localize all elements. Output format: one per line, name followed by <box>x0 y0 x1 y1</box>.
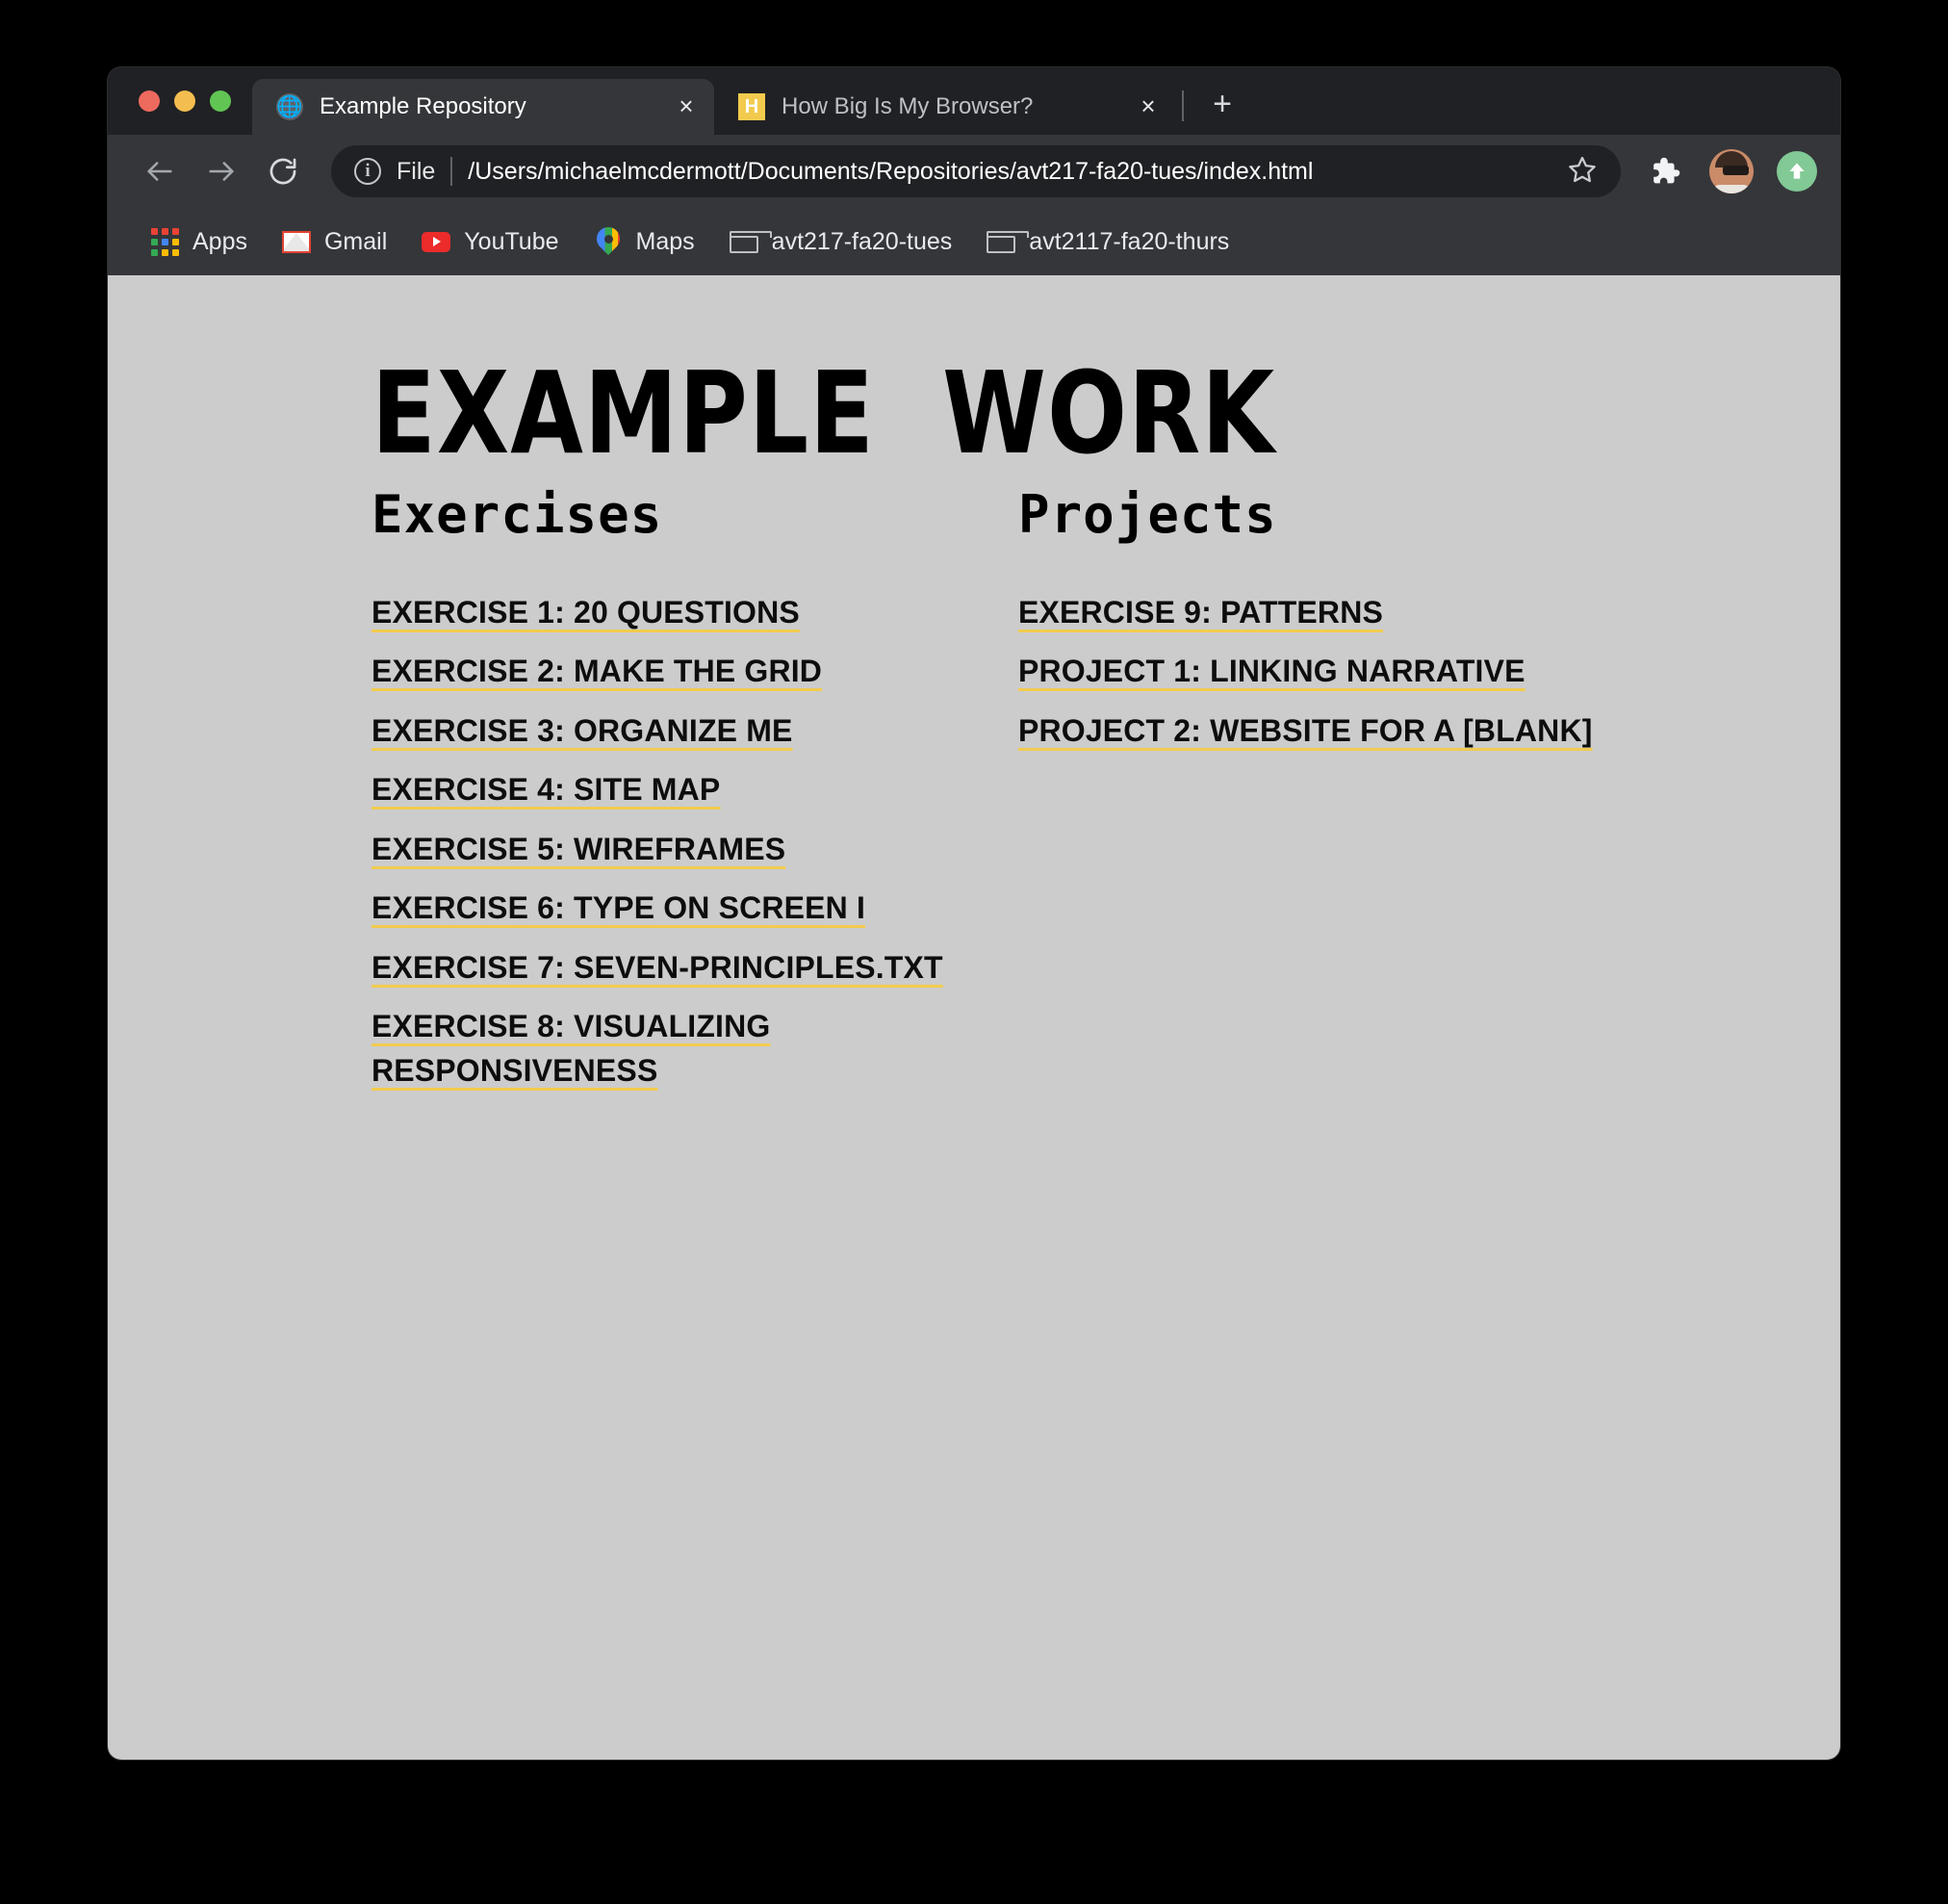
bookmark-folder-avt217-fa20-tues[interactable]: avt217-fa20-tues <box>712 219 970 265</box>
list-item: EXERCISE 7: SEVEN-PRINCIPLES.TXT <box>372 946 1018 990</box>
list-item: EXERCISE 5: WIREFRAMES <box>372 828 1018 871</box>
avatar-collar <box>1711 185 1752 193</box>
list-item: EXERCISE 1: 20 QUESTIONS <box>372 591 1018 634</box>
bookmark-label: avt2117-fa20-thurs <box>1029 227 1230 255</box>
gmail-icon <box>281 227 311 256</box>
extensions-puzzle-icon[interactable] <box>1638 146 1688 196</box>
favicon-letter: H <box>738 93 765 120</box>
window-close-button[interactable] <box>139 90 160 112</box>
list-item: EXERCISE 3: ORGANIZE ME <box>372 709 1018 753</box>
bookmarks-bar: Apps Gmail YouTube Maps avt217-fa20-tues <box>108 208 1840 275</box>
list-item: EXERCISE 8: VISUALIZING RESPONSIVENESS <box>372 1005 1018 1093</box>
new-tab-button[interactable]: + <box>1201 85 1243 127</box>
bookmark-youtube[interactable]: YouTube <box>404 219 576 265</box>
bookmark-label: Apps <box>192 227 247 255</box>
window-minimize-button[interactable] <box>174 90 195 112</box>
page-viewport: EXAMPLE WORK Exercises EXERCISE 1: 20 QU… <box>108 275 1840 1760</box>
list-item: EXERCISE 6: TYPE ON SCREEN I <box>372 887 1018 930</box>
exercises-link-list: EXERCISE 1: 20 QUESTIONS EXERCISE 2: MAK… <box>372 591 1018 1108</box>
tab-separator <box>1182 90 1184 121</box>
tab-strip: 🌐 Example Repository × H How Big Is My B… <box>108 67 1840 135</box>
bookmark-star-icon[interactable] <box>1567 154 1602 190</box>
link-exercise-1[interactable]: EXERCISE 1: 20 QUESTIONS <box>372 595 800 630</box>
tab-title: How Big Is My Browser? <box>782 93 1034 119</box>
link-exercise-8[interactable]: EXERCISE 8: VISUALIZING RESPONSIVENESS <box>372 1009 770 1087</box>
tab-example-repository[interactable]: 🌐 Example Repository × <box>252 79 714 135</box>
omnibox-divider <box>450 157 453 186</box>
bookmark-label: avt217-fa20-tues <box>771 227 953 255</box>
link-exercise-5[interactable]: EXERCISE 5: WIREFRAMES <box>372 832 785 866</box>
bookmark-label: Maps <box>635 227 695 255</box>
bookmark-maps[interactable]: Maps <box>577 219 712 265</box>
bookmark-folder-avt2117-fa20-thurs[interactable]: avt2117-fa20-thurs <box>969 219 1246 265</box>
link-exercise-9[interactable]: EXERCISE 9: PATTERNS <box>1018 595 1383 630</box>
maps-pin-icon <box>591 222 625 256</box>
url-scheme-label: File <box>397 157 436 185</box>
bookmark-apps[interactable]: Apps <box>133 219 265 265</box>
tab-how-big-is-my-browser[interactable]: H How Big Is My Browser? × <box>714 79 1176 135</box>
column-exercises: Exercises EXERCISE 1: 20 QUESTIONS EXERC… <box>372 489 1018 1108</box>
folder-icon <box>729 227 772 256</box>
column-heading-exercises: Exercises <box>372 484 663 545</box>
url-text[interactable]: /Users/michaelmcdermott/Documents/Reposi… <box>468 158 1544 186</box>
folder-icon <box>987 227 1030 256</box>
list-item: PROJECT 1: LINKING NARRATIVE <box>1018 650 1665 693</box>
youtube-icon <box>422 227 451 256</box>
profile-avatar[interactable] <box>1709 149 1754 193</box>
window-traffic-lights <box>125 67 252 135</box>
list-item: PROJECT 2: WEBSITE FOR A [BLANK] <box>1018 709 1665 753</box>
browser-toolbar: i File /Users/michaelmcdermott/Documents… <box>108 135 1840 208</box>
link-project-1[interactable]: PROJECT 1: LINKING NARRATIVE <box>1018 654 1525 688</box>
tab-close-icon[interactable]: × <box>1136 93 1161 119</box>
page-title: EXAMPLE WORK <box>372 347 1276 479</box>
avatar-sunglasses <box>1723 166 1749 175</box>
link-project-2[interactable]: PROJECT 2: WEBSITE FOR A [BLANK] <box>1018 713 1593 748</box>
reload-icon[interactable] <box>256 144 310 198</box>
back-arrow-icon[interactable] <box>133 144 187 198</box>
browser-window: 🌐 Example Repository × H How Big Is My B… <box>108 67 1840 1760</box>
update-arrow-icon[interactable] <box>1777 151 1817 192</box>
bookmark-gmail[interactable]: Gmail <box>265 219 404 265</box>
address-bar[interactable]: i File /Users/michaelmcdermott/Documents… <box>331 145 1621 197</box>
bookmark-label: YouTube <box>464 227 559 255</box>
projects-link-list: EXERCISE 9: PATTERNS PROJECT 1: LINKING … <box>1018 591 1665 768</box>
tab-close-icon[interactable]: × <box>674 93 699 119</box>
content-columns: Exercises EXERCISE 1: 20 QUESTIONS EXERC… <box>372 489 1782 1108</box>
link-exercise-7[interactable]: EXERCISE 7: SEVEN-PRINCIPLES.TXT <box>372 950 943 985</box>
forward-arrow-icon[interactable] <box>194 144 248 198</box>
tab-title: Example Repository <box>320 93 526 119</box>
page-info-icon[interactable]: i <box>354 158 381 185</box>
letter-favicon-icon: H <box>737 92 766 121</box>
link-exercise-4[interactable]: EXERCISE 4: SITE MAP <box>372 772 720 807</box>
window-maximize-button[interactable] <box>210 90 231 112</box>
link-exercise-2[interactable]: EXERCISE 2: MAKE THE GRID <box>372 654 822 688</box>
link-exercise-3[interactable]: EXERCISE 3: ORGANIZE ME <box>372 713 793 748</box>
list-item: EXERCISE 2: MAKE THE GRID <box>372 650 1018 693</box>
link-exercise-6[interactable]: EXERCISE 6: TYPE ON SCREEN I <box>372 890 865 925</box>
column-projects: Projects EXERCISE 9: PATTERNS PROJECT 1:… <box>1018 489 1665 1108</box>
bookmark-label: Gmail <box>323 227 388 255</box>
apps-grid-icon <box>150 227 179 256</box>
list-item: EXERCISE 4: SITE MAP <box>372 768 1018 811</box>
globe-icon: 🌐 <box>276 93 303 120</box>
column-heading-projects: Projects <box>1018 484 1277 545</box>
list-item: EXERCISE 9: PATTERNS <box>1018 591 1665 634</box>
